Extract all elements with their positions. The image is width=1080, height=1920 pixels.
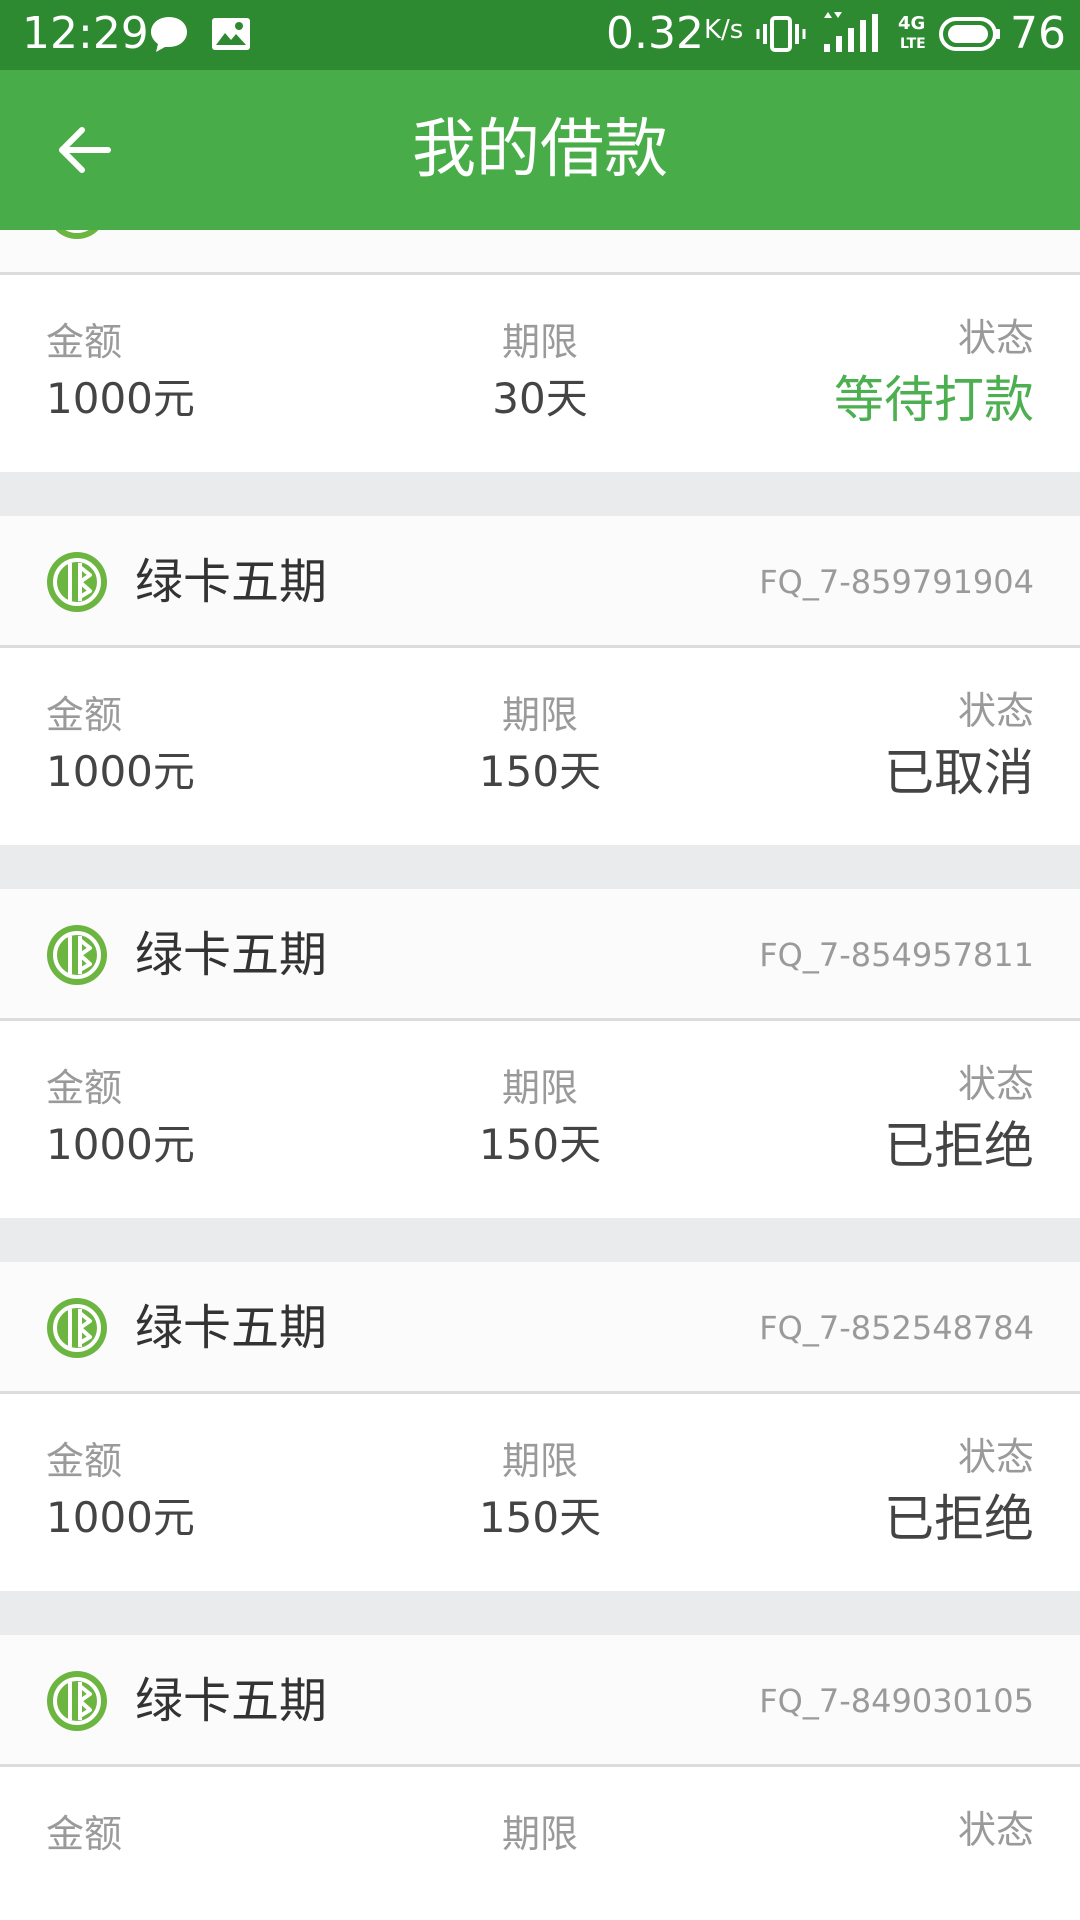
amount-label: 金额 <box>46 320 123 364</box>
loan-list-inner: 绿卡一期 FQ_7-859792284 金额 1000元 期限 30天 状态 等… <box>0 230 1080 1920</box>
product-name: 绿卡一期 <box>135 230 327 239</box>
term-label: 期限 <box>501 1812 578 1856</box>
term-label: 期限 <box>501 1439 578 1483</box>
term-value: 150天 <box>478 1493 602 1542</box>
loan-list[interactable]: 绿卡一期 FQ_7-859792284 金额 1000元 期限 30天 状态 等… <box>0 230 1080 1920</box>
network-lte-label: LTE <box>900 36 926 52</box>
amount-label: 金额 <box>46 693 123 737</box>
status-value: 已拒绝 <box>884 1490 1034 1548</box>
product-logo-icon <box>47 1298 107 1358</box>
vibrate-icon <box>756 16 806 52</box>
status-value: 已拒绝 <box>884 1117 1034 1175</box>
product-name: 绿卡五期 <box>135 927 328 983</box>
product-logo-icon <box>47 552 107 612</box>
term-label: 期限 <box>501 320 578 364</box>
amount-value: 1000元 <box>46 1493 195 1542</box>
amount-value: 1000元 <box>46 374 195 423</box>
term-value: 150天 <box>478 1120 602 1169</box>
image-icon <box>212 18 250 50</box>
loan-card[interactable]: 绿卡一期 FQ_7-859792284 金额 1000元 期限 30天 状态 等… <box>0 230 1080 472</box>
battery-level: 76 <box>1010 8 1066 59</box>
loan-card[interactable]: 绿卡五期 FQ_7-859791904 金额 1000元 期限 150天 状态 … <box>0 516 1080 845</box>
status-label: 状态 <box>957 689 1034 733</box>
loan-card-header: 绿卡五期 FQ_7-852548784 <box>0 1262 1080 1394</box>
product-name: 绿卡五期 <box>135 1300 328 1356</box>
status-label: 状态 <box>957 1435 1034 1479</box>
status-label: 状态 <box>957 1808 1034 1852</box>
net-speed: 0.32 <box>606 8 704 59</box>
loan-card-header: 绿卡一期 FQ_7-859792284 <box>0 230 1080 275</box>
app-bar: 我的借款 <box>0 70 1080 230</box>
battery-icon <box>939 17 1000 51</box>
product-logo-icon <box>47 1671 107 1731</box>
amount-label: 金额 <box>46 1812 123 1856</box>
status-bar: 12:29 0.32 K/s 4G LTE 76 <box>0 0 1080 70</box>
status-value: 等待打款 <box>834 371 1034 429</box>
product-name: 绿卡五期 <box>135 554 328 610</box>
status-label: 状态 <box>957 1062 1034 1106</box>
loan-card[interactable]: 绿卡五期 FQ_7-854957811 金额 1000元 期限 150天 状态 … <box>0 889 1080 1218</box>
order-number: FQ_7-852548784 <box>759 1309 1034 1347</box>
loan-card-body: 金额 1000元 期限 30天 状态 等待打款 <box>0 275 1080 472</box>
term-value: 30天 <box>492 374 588 423</box>
product-logo-icon <box>47 925 107 985</box>
net-speed-unit: K/s <box>704 15 744 45</box>
status-value: 已取消 <box>884 744 1034 802</box>
status-label: 状态 <box>957 316 1034 360</box>
loan-card-body: 金额 1000元 期限 150天 状态 已拒绝 <box>0 1394 1080 1591</box>
page-title: 我的借款 <box>412 113 668 187</box>
loan-card-body: 金额 期限 状态 <box>0 1767 1080 1920</box>
loan-card-header: 绿卡五期 FQ_7-859791904 <box>0 516 1080 648</box>
loan-card-body: 金额 1000元 期限 150天 状态 已拒绝 <box>0 1021 1080 1218</box>
message-icon <box>151 17 187 52</box>
term-value: 150天 <box>478 747 602 796</box>
product-name: 绿卡五期 <box>135 1673 328 1729</box>
loan-card-header: 绿卡五期 FQ_7-854957811 <box>0 889 1080 1021</box>
amount-label: 金额 <box>46 1066 123 1110</box>
signal-icon <box>824 12 878 52</box>
order-number: FQ_7-849030105 <box>759 1682 1034 1720</box>
term-label: 期限 <box>501 693 578 737</box>
loan-card[interactable]: 绿卡五期 FQ_7-849030105 金额 期限 状态 <box>0 1635 1080 1920</box>
back-button[interactable] <box>40 110 128 190</box>
term-label: 期限 <box>501 1066 578 1110</box>
loan-card-header: 绿卡五期 FQ_7-849030105 <box>0 1635 1080 1767</box>
back-arrow-icon <box>59 127 111 173</box>
order-number: FQ_7-859791904 <box>759 563 1034 601</box>
product-logo-icon <box>55 230 99 239</box>
loan-card[interactable]: 绿卡五期 FQ_7-852548784 金额 1000元 期限 150天 状态 … <box>0 1262 1080 1591</box>
order-number: FQ_7-854957811 <box>759 936 1034 974</box>
amount-value: 1000元 <box>46 747 195 796</box>
amount-label: 金额 <box>46 1439 123 1483</box>
amount-value: 1000元 <box>46 1120 195 1169</box>
network-type: 4G <box>898 13 926 34</box>
loan-card-body: 金额 1000元 期限 150天 状态 已取消 <box>0 648 1080 845</box>
status-time: 12:29 <box>22 8 149 59</box>
